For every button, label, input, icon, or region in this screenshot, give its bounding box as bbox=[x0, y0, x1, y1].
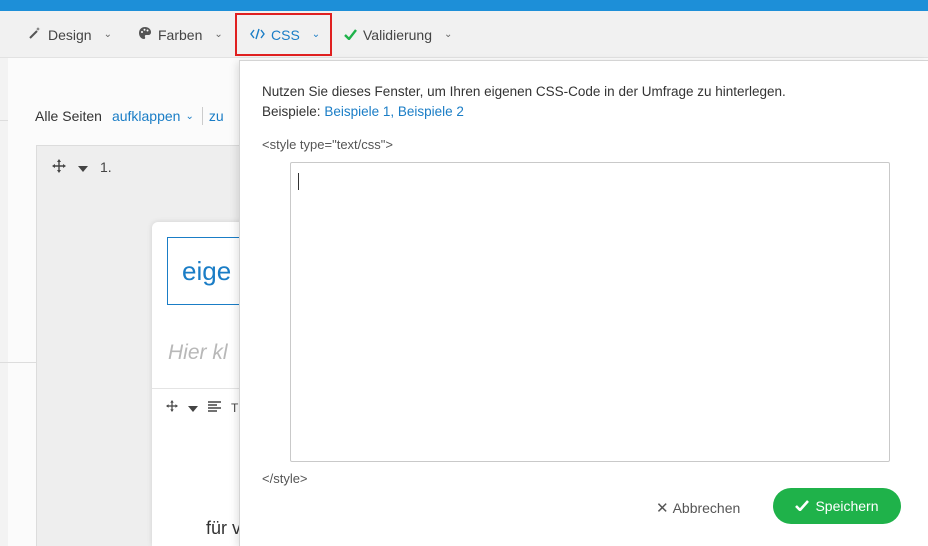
body-text-fragment: für v bbox=[206, 518, 242, 538]
move-icon[interactable] bbox=[52, 158, 66, 176]
menubar: Design ⌄ Farben ⌄ CSS ⌄ Validierung ⌄ bbox=[0, 11, 928, 58]
top-strip bbox=[0, 0, 928, 11]
menu-farben-label: Farben bbox=[158, 26, 203, 43]
chevron-down-icon: ⌄ bbox=[103, 29, 112, 40]
divider bbox=[0, 362, 36, 363]
example-separator: , bbox=[390, 104, 398, 119]
chevron-down-icon: ⌄ bbox=[214, 29, 223, 40]
close-icon: ✕ bbox=[656, 500, 669, 517]
examples-label: Beispiele: bbox=[262, 104, 321, 119]
css-popup: Nutzen Sie dieses Fenster, um Ihren eige… bbox=[239, 60, 928, 546]
menu-validierung-label: Validierung bbox=[363, 26, 433, 43]
css-highlight-box bbox=[235, 13, 332, 56]
text-align-icon bbox=[208, 400, 221, 415]
move-icon[interactable] bbox=[166, 400, 178, 415]
pages-toolbar: Alle Seiten aufklappen ⌄ zu bbox=[35, 106, 224, 126]
popup-description-text: Nutzen Sie dieses Fenster, um Ihren eige… bbox=[262, 84, 786, 99]
page-title-text: eige bbox=[182, 256, 232, 286]
page-title-field[interactable]: eige bbox=[167, 237, 247, 305]
page-number: 1. bbox=[100, 159, 112, 175]
divider bbox=[201, 107, 203, 125]
caret-down-icon[interactable] bbox=[78, 159, 88, 175]
text-caret bbox=[298, 173, 299, 190]
collapse-link[interactable]: zu bbox=[209, 108, 224, 124]
divider bbox=[152, 388, 252, 389]
save-button-label: Speichern bbox=[815, 498, 879, 514]
example-2-link[interactable]: Beispiele 2 bbox=[398, 104, 464, 119]
divider bbox=[0, 120, 8, 121]
menu-design-label: Design bbox=[48, 26, 92, 43]
placeholder-hint: Hier kl bbox=[168, 341, 228, 364]
menu-farben[interactable]: Farben ⌄ bbox=[138, 11, 223, 58]
css-code-textarea[interactable] bbox=[290, 162, 890, 462]
menu-design[interactable]: Design ⌄ bbox=[28, 11, 112, 58]
style-open-tag: <style type="text/css"> bbox=[262, 137, 393, 152]
popup-description: Nutzen Sie dieses Fenster, um Ihren eige… bbox=[262, 82, 902, 122]
cancel-button-label: Abbrechen bbox=[672, 500, 741, 516]
style-close-tag: </style> bbox=[262, 471, 308, 486]
caret-down-icon[interactable] bbox=[188, 401, 198, 415]
check-icon bbox=[344, 27, 357, 43]
expand-link[interactable]: aufklappen bbox=[112, 108, 181, 124]
palette-icon bbox=[138, 26, 152, 43]
save-button[interactable]: Speichern bbox=[773, 488, 901, 524]
example-1-link[interactable]: Beispiele 1 bbox=[324, 104, 390, 119]
all-pages-label: Alle Seiten bbox=[35, 108, 102, 124]
chevron-down-icon: ⌄ bbox=[185, 110, 194, 122]
chevron-down-icon: ⌄ bbox=[444, 29, 453, 40]
question-header: T bbox=[166, 400, 238, 415]
page-header: 1. bbox=[52, 157, 112, 177]
menu-validierung[interactable]: Validierung ⌄ bbox=[344, 11, 452, 58]
check-icon bbox=[795, 498, 810, 514]
cancel-button[interactable]: ✕ Abbrechen bbox=[656, 498, 740, 518]
magic-wand-icon bbox=[28, 26, 42, 43]
question-type-fragment: T bbox=[231, 400, 239, 415]
examples-row: Beispiele: Beispiele 1, Beispiele 2 bbox=[262, 102, 902, 122]
